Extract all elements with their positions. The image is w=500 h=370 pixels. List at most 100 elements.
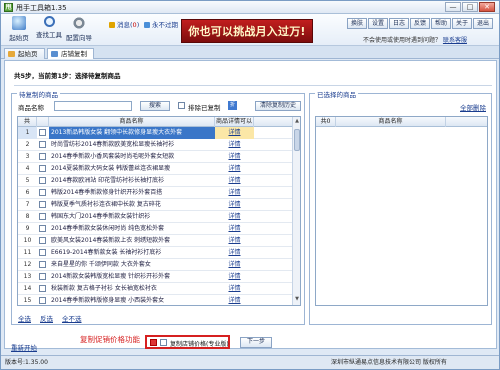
home-tab-icon [8,51,15,57]
row-detail-link[interactable]: 详情 [215,295,254,305]
tab-store-copy[interactable]: 店铺复制 [47,48,94,59]
row-detail-link[interactable]: 详情 [215,127,254,139]
table-row[interactable]: 4 2014夏装新款大码女装 韩版蕾丝连衣裙显瘦 详情 [18,163,292,175]
clear-history-button[interactable]: 清除复制历史 [255,101,301,111]
row-checkbox[interactable] [39,249,46,256]
tab-home[interactable]: 起始页 [4,48,45,59]
table-row[interactable]: 9 2014春季新款女装休闲时尚 纯色宽松外套 详情 [18,223,292,235]
row-checkbox[interactable] [39,237,46,244]
gear-icon [72,16,86,30]
invert-selection-link[interactable]: 反选 [40,313,53,323]
row-detail-link[interactable]: 详情 [215,283,254,295]
about-button[interactable]: 关于 [452,18,473,29]
scroll-up-icon[interactable]: ▲ [294,118,300,125]
row-checkbox[interactable] [39,225,46,232]
next-step-button[interactable]: 下一步 [240,337,272,348]
row-product-name: 2013新品韩版女装 翻领中长款修身显瘦大衣外套 [49,127,215,139]
row-detail-link[interactable]: 详情 [215,271,254,283]
find-tools-button[interactable]: 查找工具 [35,16,63,39]
row-detail-link[interactable]: 详情 [215,187,254,199]
support-hint-text: 不会使用或使用时遇到问题？ [363,37,442,44]
row-checkbox[interactable] [39,201,46,208]
log-button[interactable]: 日志 [389,18,410,29]
row-detail-link[interactable]: 详情 [215,259,254,271]
table-row[interactable]: 6 韩版2014春季新款修身针织开衫外套百搭 详情 [18,187,292,199]
restart-link[interactable]: 重新开始 [11,342,37,352]
version-text: 版本号:1.35.00 [5,359,48,366]
table-row[interactable]: 3 2014春季新款小香风套装时尚毛呢外套女短款 详情 [18,151,292,163]
pending-products-title: 待复制的商品 [17,89,60,99]
select-all-link[interactable]: 全选 [18,313,31,323]
row-checkbox[interactable] [39,141,46,148]
table-row[interactable]: 5 2014春款欧洲站 印花雪纺衬衫长袖打底衫 详情 [18,175,292,187]
table-row[interactable]: 13 2014新款女装韩版宽松显瘦 针织衫开衫外套 详情 [18,271,292,283]
settings-wizard-button[interactable]: 配置向导 [65,16,93,42]
row-checkbox-cell [37,151,49,163]
skin-button[interactable]: 换肤 [347,18,368,29]
row-checkbox[interactable] [39,153,46,160]
row-checkbox[interactable] [39,165,46,172]
table-scrollbar[interactable]: ▲ ▼ [292,117,300,305]
table-row[interactable]: 10 欧美风女装2014春装新款上衣 刺绣短款外套 详情 [18,235,292,247]
message-indicator[interactable]: 消息(0) [109,19,139,29]
row-checkbox[interactable] [39,273,46,280]
row-checkbox[interactable] [39,129,46,136]
row-detail-link[interactable]: 详情 [215,175,254,187]
exclude-copied-checkbox[interactable] [178,102,185,109]
table-row[interactable]: 12 来自星星的你 千颂伊同款 大衣外套女 详情 [18,259,292,271]
row-checkbox[interactable] [39,177,46,184]
collapse-icon[interactable]: 折 [228,101,237,110]
row-detail-link[interactable]: 详情 [215,199,254,211]
table-row[interactable]: 14 秋装新款 复古格子衬衫 女长袖宽松衬衣 详情 [18,283,292,295]
product-search-input[interactable] [54,101,132,111]
pending-products-group: 待复制的商品 商品名称 搜索 排除已复制 折 清除复制历史 共 106 商品名称… [11,89,305,325]
select-none-link[interactable]: 全不选 [62,313,82,323]
row-detail-link[interactable]: 详情 [215,151,254,163]
table-row[interactable]: 2 时尚雪纺衫2014春新款欧美宽松显瘦长袖衬衫 详情 [18,139,292,151]
row-product-name: 2014春季新款韩版修身显瘦 小西装外套女 [51,297,165,304]
row-detail-link[interactable]: 详情 [215,223,254,235]
row-product-name: 2014春季新款小香风套装时尚毛呢外套女短款 [51,153,175,160]
row-checkbox[interactable] [39,213,46,220]
settings-wizard-label: 配置向导 [66,34,92,42]
maximize-button[interactable]: □ [462,2,478,12]
row-detail-link[interactable]: 详情 [215,139,254,151]
feedback-button[interactable]: 反馈 [410,18,431,29]
row-detail-link[interactable]: 详情 [215,235,254,247]
message-label: 消息( [117,21,133,29]
row-index: 10 [23,237,32,244]
table-row[interactable]: 7 韩版夏季气质衬衫连衣裙中长款 复古碎花 详情 [18,199,292,211]
scroll-down-icon[interactable]: ▼ [294,296,300,303]
table-row[interactable]: 1 2013新品韩版女装 翻领中长款修身显瘦大衣外套 详情 [18,127,292,139]
row-detail-link[interactable]: 详情 [215,211,254,223]
row-checkbox-cell [37,271,49,283]
delete-all-link[interactable]: 全部删除 [460,102,486,112]
search-button[interactable]: 搜索 [140,101,170,111]
row-detail-link[interactable]: 详情 [215,163,254,175]
contact-support-link[interactable]: 联系客服 [443,37,467,44]
row-product-name: 来自星星的你 千颂伊同款 大衣外套女 [51,261,151,268]
row-checkbox[interactable] [39,285,46,292]
minimize-button[interactable]: — [445,2,461,12]
promo-banner[interactable]: 你也可以挑战月入过万! [181,19,313,43]
support-hint: 不会使用或使用时遇到问题？ 联系客服 [363,35,467,44]
exit-button[interactable]: 退出 [473,18,494,29]
close-button[interactable]: ✕ [479,2,495,12]
table-row[interactable]: 8 韩国东大门2014春季新款女装针织衫 详情 [18,211,292,223]
help-button[interactable]: 帮助 [431,18,452,29]
home-tool-button[interactable]: 起始页 [5,16,33,42]
scroll-thumb[interactable] [294,129,300,151]
row-index: 7 [25,201,30,208]
table-row[interactable]: 15 2014春季新款韩版修身显瘦 小西装外套女 详情 [18,295,292,305]
row-checkbox-cell [37,175,49,187]
row-detail-link[interactable]: 详情 [215,247,254,259]
table-row[interactable]: 11 E6619-2014春新款女装 长袖衬衫打底衫 详情 [18,247,292,259]
settings-button[interactable]: 设置 [368,18,389,29]
magnifier-icon [43,16,55,27]
row-checkbox[interactable] [39,261,46,268]
copy-promo-price-checkbox[interactable] [160,339,167,346]
row-checkbox[interactable] [39,189,46,196]
tab-strip: 起始页 店铺复制 [1,46,499,59]
row-checkbox[interactable] [39,297,46,304]
row-index: 15 [23,297,32,304]
